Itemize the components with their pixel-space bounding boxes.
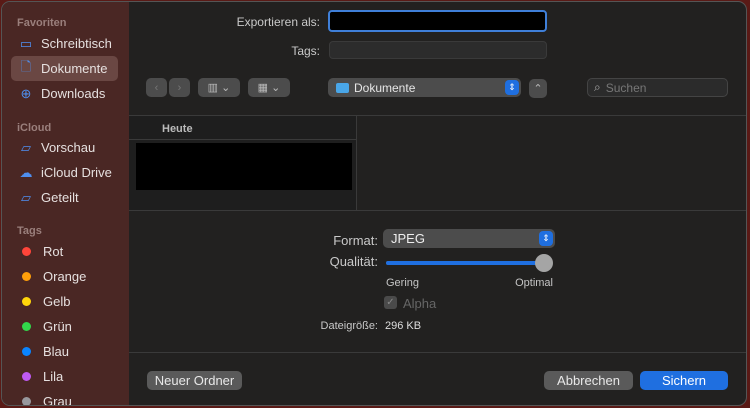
tag-color-dot-icon (22, 272, 31, 281)
sidebar-item-label: Schreibtisch (41, 36, 112, 51)
slider-fill (386, 261, 552, 265)
tags-label: Tags: (291, 44, 320, 58)
quality-label: Qualität: (329, 254, 378, 269)
save-button[interactable]: Sichern (640, 371, 728, 390)
sidebar-item-label: Vorschau (41, 140, 96, 155)
cancel-button[interactable]: Abbrechen (544, 371, 633, 390)
sidebar-item-label: Grau (43, 394, 72, 406)
shared-folder-icon: ▱ (21, 189, 31, 205)
tag-color-dot-icon (22, 397, 31, 405)
back-button[interactable]: ‹ (146, 78, 167, 97)
stepper-icon: ⇕ (505, 80, 519, 95)
export-as-label: Exportieren als: (236, 15, 320, 29)
tag-color-dot-icon (22, 322, 31, 331)
filesize-value: 296 KB (385, 320, 422, 332)
file-column[interactable]: Heute (129, 116, 356, 210)
columns-icon: ▥ ⌄ (207, 82, 231, 94)
tag-color-dot-icon (22, 297, 31, 306)
column-divider[interactable] (356, 116, 357, 210)
sidebar-item-label: Gelb (43, 294, 71, 309)
grid-icon: ▦ ⌄ (257, 82, 281, 94)
folder-icon (336, 82, 349, 93)
sidebar-item-label: Blau (43, 344, 70, 359)
alpha-label: Alpha (403, 296, 437, 311)
tags-input[interactable] (329, 41, 547, 59)
document-icon: 🗋 (20, 58, 32, 74)
header-divider (129, 139, 356, 140)
desktop-icon: ▭ (19, 35, 33, 51)
divider (129, 352, 746, 353)
tag-color-dot-icon (22, 372, 31, 381)
filesize-label: Dateigröße: (320, 320, 378, 332)
sidebar-tag-blau[interactable]: Blau (11, 339, 118, 364)
sidebar-tag-lila[interactable]: Lila (11, 364, 118, 389)
sidebar-item-label: Rot (43, 244, 64, 259)
sidebar-item-label: Geteilt (41, 190, 79, 205)
sidebar-item-vorschau[interactable]: ▱ Vorschau (11, 135, 118, 160)
slider-knob[interactable] (535, 254, 553, 272)
sidebar-item-label: Grün (43, 319, 72, 334)
group-button[interactable]: ▦ ⌄ (248, 78, 290, 97)
view-mode-button[interactable]: ▥ ⌄ (198, 78, 240, 97)
sidebar-tag-rot[interactable]: Rot (11, 239, 118, 264)
location-popup[interactable]: Dokumente ⇕ (328, 78, 521, 97)
file-row[interactable] (136, 143, 352, 190)
expand-collapse-button[interactable]: ⌃ (529, 79, 547, 98)
sidebar-tag-grün[interactable]: Grün (11, 314, 118, 339)
folder-icon: ▱ (21, 139, 31, 155)
sidebar: Favoriten ▭ Schreibtisch 🗋 Dokumente ⊕ Down… (2, 2, 129, 405)
search-input[interactable]: ⌕ Suchen (587, 78, 728, 97)
sidebar-tag-gelb[interactable]: Gelb (11, 289, 118, 314)
format-popup[interactable]: JPEG ⇕ (383, 229, 555, 248)
search-placeholder: Suchen (605, 80, 647, 95)
sidebar-item-label: Downloads (41, 86, 106, 101)
cloud-icon: ☁ (19, 164, 33, 180)
chevron-right-icon: › (177, 81, 182, 94)
new-folder-button[interactable]: Neuer Ordner (147, 371, 242, 390)
format-value: JPEG (391, 231, 425, 246)
sidebar-item-shared[interactable]: ▱ Geteilt (11, 185, 118, 210)
save-dialog: Favoriten ▭ Schreibtisch 🗋 Dokumente ⊕ Down… (1, 1, 747, 406)
sidebar-item-label: Lila (43, 369, 64, 384)
forward-button[interactable]: › (169, 78, 190, 97)
chevron-up-icon: ⌃ (533, 83, 543, 95)
search-icon: ⌕ (594, 80, 601, 94)
tag-color-dot-icon (22, 347, 31, 356)
sidebar-tag-grau[interactable]: Grau (11, 389, 118, 406)
download-icon: ⊕ (20, 85, 32, 101)
format-label: Format: (333, 233, 378, 248)
column-header: Heute (162, 123, 193, 135)
export-name-input[interactable] (328, 10, 547, 32)
quality-min-label: Gering (386, 277, 420, 289)
quality-max-label: Optimal (515, 277, 553, 289)
alpha-checkbox[interactable]: ✓ (384, 296, 397, 309)
sidebar-item-label: iCloud Drive (41, 165, 112, 180)
tags-header: Tags (17, 225, 42, 237)
sidebar-tag-orange[interactable]: Orange (11, 264, 118, 289)
sidebar-item-desktop[interactable]: ▭ Schreibtisch (11, 31, 118, 56)
divider (129, 210, 746, 211)
sidebar-item-downloads[interactable]: ⊕ Downloads (11, 81, 118, 106)
sidebar-item-label: Dokumente (41, 61, 108, 76)
tag-color-dot-icon (22, 247, 31, 256)
quality-slider[interactable] (386, 254, 553, 272)
location-label: Dokumente (354, 80, 416, 95)
sidebar-item-label: Orange (43, 269, 87, 284)
sidebar-item-documents[interactable]: 🗋 Dokumente (11, 56, 118, 81)
favorites-header: Favoriten (17, 17, 67, 29)
sidebar-item-icloud-drive[interactable]: ☁ iCloud Drive (11, 160, 118, 185)
icloud-header: iCloud (17, 122, 52, 134)
chevron-left-icon: ‹ (154, 81, 159, 94)
stepper-icon: ⇕ (539, 231, 553, 246)
